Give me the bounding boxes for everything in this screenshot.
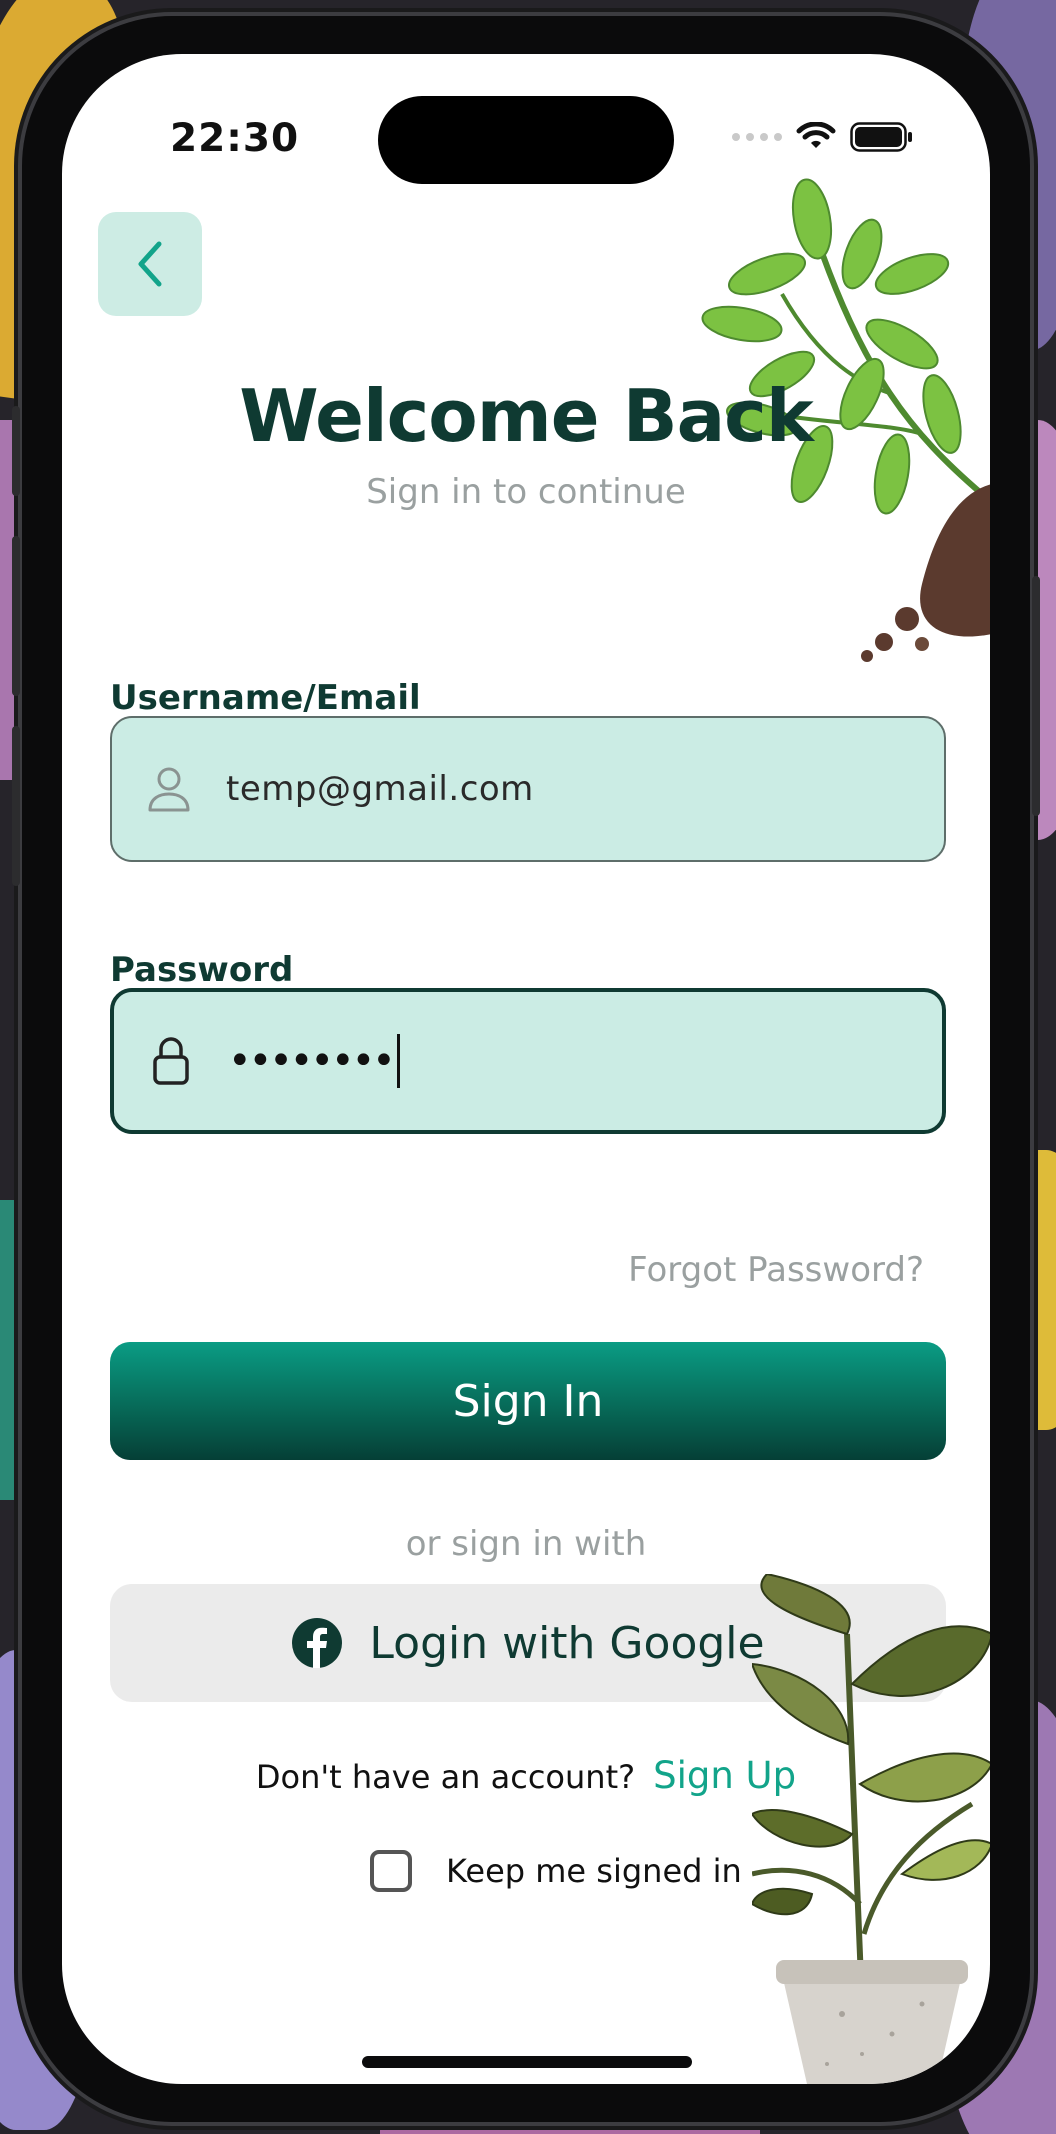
text-cursor xyxy=(396,1034,400,1088)
sign-in-label: Sign In xyxy=(452,1375,604,1427)
or-divider-text: or sign in with xyxy=(405,1524,647,1564)
sign-in-button[interactable]: Sign In xyxy=(110,1342,946,1460)
email-field[interactable]: temp@gmail.com xyxy=(110,716,946,862)
password-label: Password xyxy=(110,950,294,990)
password-field[interactable]: •••••••• xyxy=(110,988,946,1134)
keep-signed-in-row[interactable]: Keep me signed in xyxy=(370,1850,742,1892)
signup-prompt: Don't have an account? xyxy=(255,1758,636,1796)
signal-icon xyxy=(732,133,782,141)
google-login-label: Login with Google xyxy=(369,1617,765,1669)
keep-signed-in-checkbox[interactable] xyxy=(370,1850,412,1892)
phone-frame: 22:30 Welcome Back Sign in to continue U… xyxy=(12,16,1040,2122)
page-title: Welcome Back xyxy=(239,374,813,458)
status-icons xyxy=(732,122,914,152)
chevron-left-icon xyxy=(138,241,162,287)
email-value: temp@gmail.com xyxy=(226,769,534,809)
battery-icon xyxy=(850,122,912,152)
lock-icon xyxy=(146,1033,196,1089)
sign-up-link[interactable]: Sign Up xyxy=(653,1754,796,1797)
wifi-icon xyxy=(796,122,836,148)
page-subtitle: Sign in to continue xyxy=(366,472,686,512)
user-icon xyxy=(144,761,194,817)
facebook-icon xyxy=(292,1618,343,1668)
forgot-password-link[interactable]: Forgot Password? xyxy=(628,1250,924,1290)
keep-signed-in-label: Keep me signed in xyxy=(446,1852,742,1890)
back-button[interactable] xyxy=(98,212,202,316)
password-value: •••••••• xyxy=(228,1038,396,1084)
status-time: 22:30 xyxy=(170,116,300,161)
potted-plant-illustration xyxy=(752,1574,990,2084)
dynamic-island xyxy=(378,96,674,184)
signup-row: Don't have an account? Sign Up xyxy=(62,1754,990,1797)
home-indicator[interactable] xyxy=(362,2056,692,2068)
email-label: Username/Email xyxy=(110,678,421,718)
app-screen: 22:30 Welcome Back Sign in to continue U… xyxy=(62,54,990,2084)
